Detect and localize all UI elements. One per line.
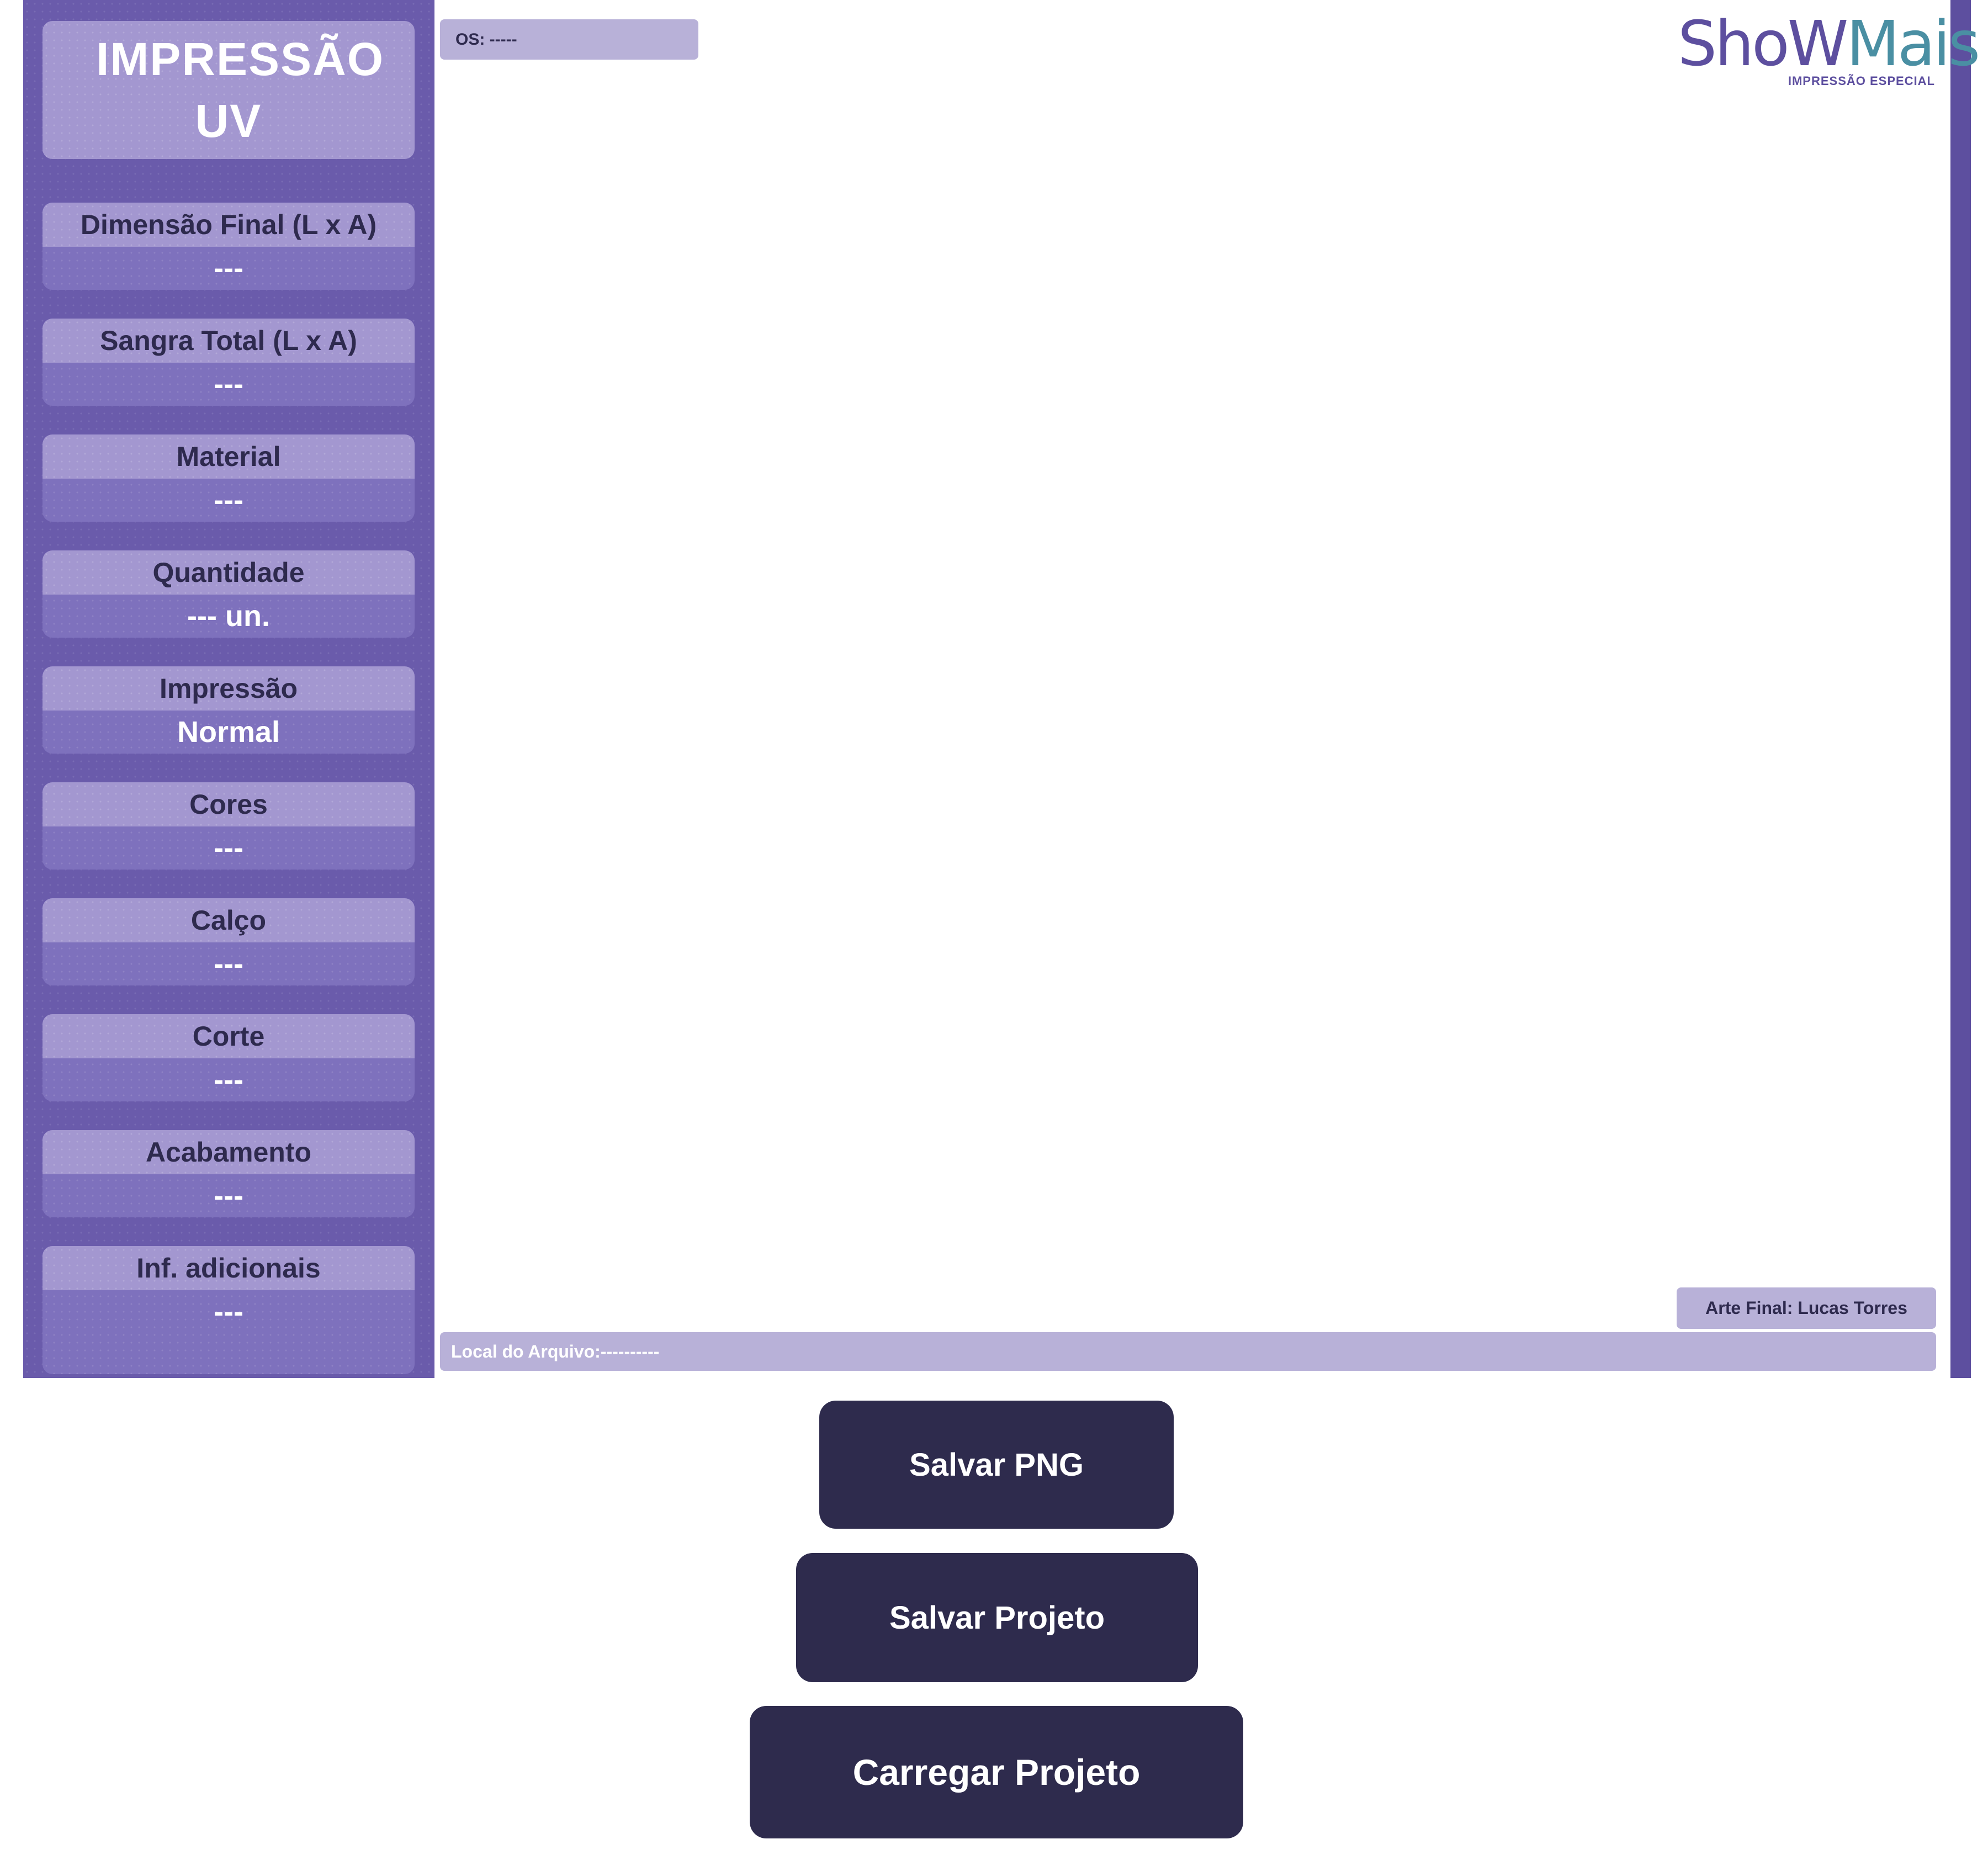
spec-value[interactable]: Normal xyxy=(43,711,415,754)
spec-value[interactable]: --- xyxy=(43,1290,415,1333)
spec-value[interactable]: --- xyxy=(43,1058,415,1101)
spec-value[interactable]: --- xyxy=(43,826,415,870)
spec-card-quantidade: Quantidade --- un. xyxy=(43,550,415,638)
save-project-button[interactable]: Salvar Projeto xyxy=(796,1553,1198,1682)
spec-card-inf-adicionais: Inf. adicionais --- xyxy=(43,1246,415,1374)
logo-wordmark: ShoWMais xyxy=(1678,8,1980,80)
spec-label: Material xyxy=(43,434,415,479)
local-arquivo-field[interactable]: Local do Arquivo:---------- xyxy=(440,1332,1936,1371)
spec-card-material: Material --- xyxy=(43,434,415,522)
spec-value[interactable]: --- xyxy=(43,247,415,290)
spec-value[interactable]: --- xyxy=(43,363,415,406)
spec-value[interactable]: --- xyxy=(43,479,415,522)
spec-label: Quantidade xyxy=(43,550,415,595)
sheet-title: IMPRESSÃO UV xyxy=(96,33,385,147)
spec-label: Acabamento xyxy=(43,1130,415,1174)
artwork-canvas[interactable]: OS: ----- ShoWMais IMPRESSÃO ESPECIAL Ar… xyxy=(434,0,1980,1378)
spec-label: Dimensão Final (L x A) xyxy=(43,203,415,247)
spec-card-corte: Corte --- xyxy=(43,1014,415,1101)
spec-value[interactable]: --- un. xyxy=(43,595,415,638)
spec-card-cores: Cores --- xyxy=(43,782,415,870)
arte-final-field[interactable]: Arte Final: Lucas Torres xyxy=(1677,1287,1936,1329)
spec-label: Cores xyxy=(43,782,415,826)
spec-value[interactable]: --- xyxy=(43,1174,415,1217)
spec-label: Sangra Total (L x A) xyxy=(43,319,415,363)
sheet-title-card: IMPRESSÃO UV xyxy=(43,21,415,159)
spec-card-sangra-total: Sangra Total (L x A) --- xyxy=(43,319,415,406)
spec-value[interactable]: --- xyxy=(43,942,415,985)
spec-label: Inf. adicionais xyxy=(43,1246,415,1290)
os-number-field[interactable]: OS: ----- xyxy=(440,19,698,60)
spec-card-dimensao-final: Dimensão Final (L x A) --- xyxy=(43,203,415,290)
logo-word-tail: Mais xyxy=(1846,8,1980,80)
spec-card-impressao: Impressão Normal xyxy=(43,666,415,754)
spec-label: Impressão xyxy=(43,666,415,711)
spec-card-calco: Calço --- xyxy=(43,898,415,985)
load-project-button[interactable]: Carregar Projeto xyxy=(750,1706,1243,1838)
save-png-button[interactable]: Salvar PNG xyxy=(819,1401,1174,1529)
spec-label: Calço xyxy=(43,898,415,942)
spec-card-acabamento: Acabamento --- xyxy=(43,1130,415,1217)
showmais-logo: ShoWMais IMPRESSÃO ESPECIAL xyxy=(1678,8,1980,88)
logo-word-main: ShoW xyxy=(1678,8,1848,80)
spec-label: Corte xyxy=(43,1014,415,1058)
spec-sidebar: IMPRESSÃO UV Dimensão Final (L x A) --- … xyxy=(23,0,434,1378)
